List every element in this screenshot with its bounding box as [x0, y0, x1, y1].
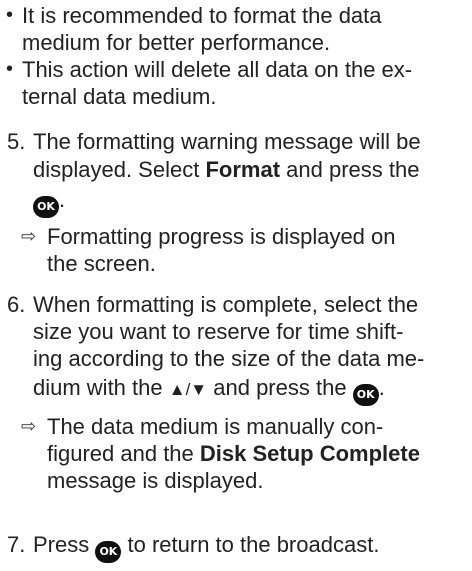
ok-button-icon: OK: [352, 384, 379, 406]
up-down-arrow-icon: ▲/▼: [168, 380, 208, 399]
bullet-dot: •: [6, 58, 14, 80]
result-text: Formatting progress is displayed on: [47, 224, 396, 249]
step-text: and press the: [213, 375, 347, 400]
step-text-cont: dium with the ▲/▼ and press the OK.: [33, 374, 385, 406]
step-text: dium with the: [33, 375, 163, 400]
ok-button-icon: OK: [95, 541, 122, 563]
step-text-line: Press OK to return to the broadcast.: [33, 531, 379, 563]
step-text: and press the: [286, 157, 420, 182]
step-number: 6.: [7, 292, 26, 317]
result-text: figured and the: [47, 441, 194, 466]
step-text: When formatting is complete, select the: [33, 292, 419, 317]
step-text-cont: size you want to reserve for time shift-: [33, 319, 404, 344]
bullet-text-cont: ternal data medium.: [22, 84, 217, 109]
result-text: The data medium is manually con-: [47, 414, 384, 439]
period: .: [378, 375, 385, 400]
step-text: displayed. Select: [33, 157, 200, 182]
bullet-dot: •: [6, 4, 14, 26]
document-page: { "bullets": { "b1_l1": "It is recommend…: [0, 0, 472, 571]
step-number: 5.: [7, 129, 26, 154]
ok-button-icon: OK: [33, 196, 59, 218]
result-arrow-icon: ⇨: [21, 226, 37, 246]
step-text: Press: [33, 532, 90, 557]
step-text: The formatting warning message will be: [33, 129, 421, 154]
step-text-cont: displayed. Select Format and press the: [33, 156, 419, 183]
step-text-cont: OK.: [33, 186, 65, 218]
period: .: [59, 187, 66, 212]
result-arrow-icon: ⇨: [21, 416, 37, 436]
bullet-text: It is recommended to format the data: [22, 3, 382, 28]
result-text-cont: the screen.: [47, 251, 156, 276]
step-text: to return to the broadcast.: [127, 532, 380, 557]
result-text-cont: message is displayed.: [47, 468, 264, 493]
disk-setup-complete-label: Disk Setup Complete: [199, 441, 420, 466]
step-number: 7.: [7, 532, 26, 557]
step-text-cont: ing according to the size of the data me…: [33, 346, 425, 371]
result-text-cont: figured and the Disk Setup Complete: [47, 440, 420, 467]
bullet-text: This action will delete all data on the …: [22, 57, 413, 82]
format-label: Format: [205, 157, 281, 182]
bullet-text-cont: medium for better performance.: [22, 30, 331, 55]
